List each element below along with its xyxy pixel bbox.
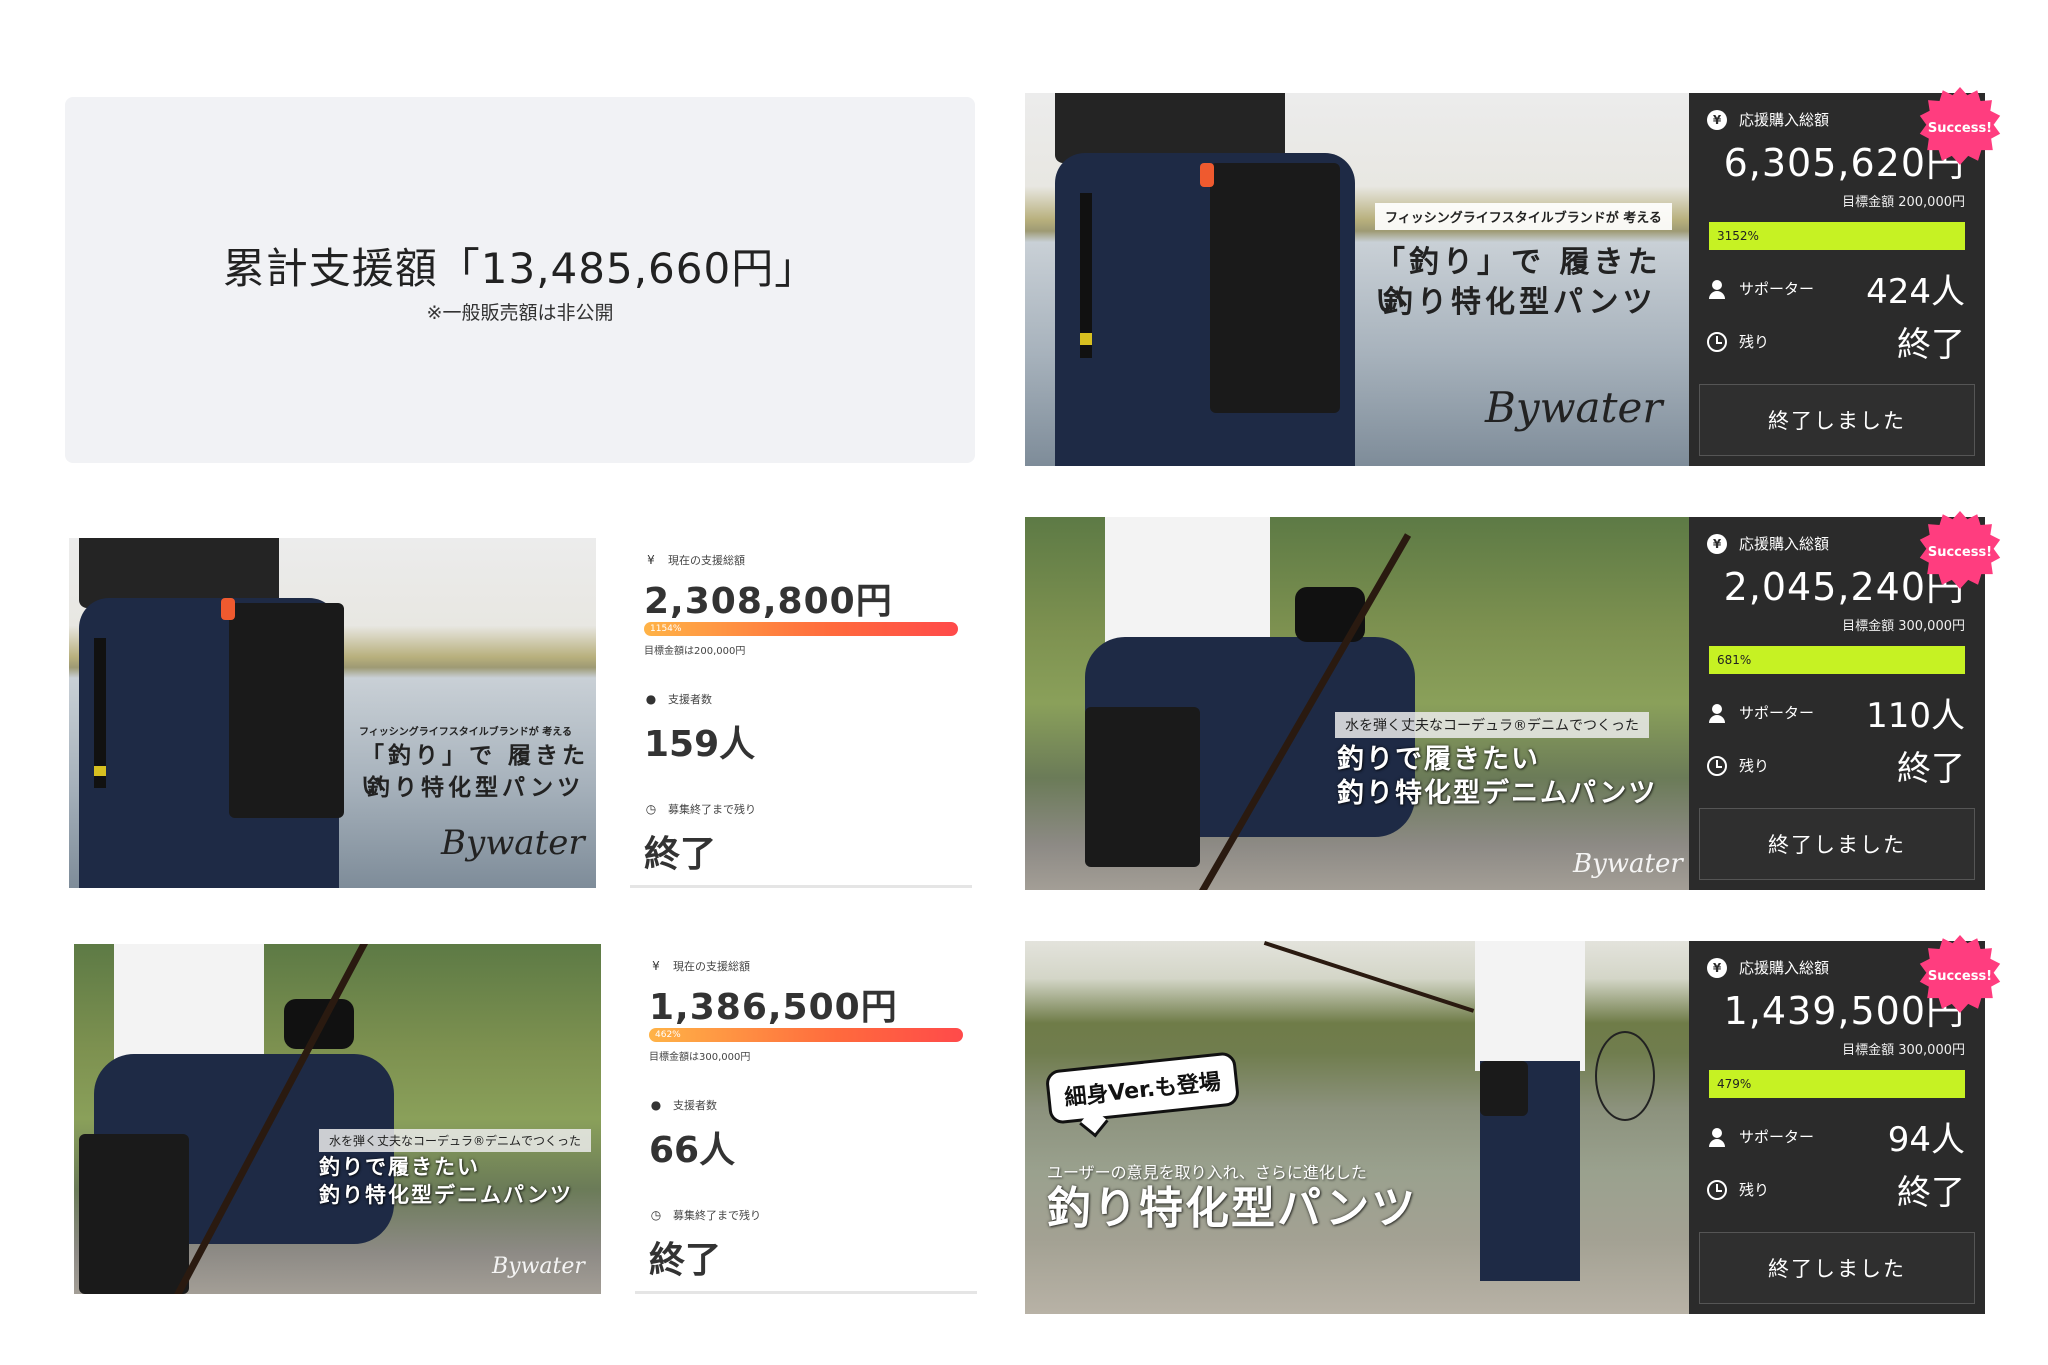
photo-subtitle: ユーザーの意見を取り入れ、さらに進化した	[1047, 1163, 1367, 1182]
clock-icon: ◷	[645, 802, 657, 816]
project-card-3[interactable]: 細身Ver.も登場 ユーザーの意見を取り入れ、さらに進化した 釣り特化型パンツ …	[1025, 935, 2001, 1314]
clock-icon	[1707, 755, 1727, 776]
yen-icon: ¥	[1707, 957, 1727, 978]
photo-headline-2: 釣り特化型パンツ	[367, 775, 585, 801]
supporters-label: ● 支援者数	[645, 692, 712, 706]
project-stats-4: ¥ 現在の支援総額 2,308,800円 1154% 目標金額は200,000円 …	[630, 538, 972, 888]
goal-amount: 目標金額 300,000円	[1842, 1043, 1965, 1058]
remaining-value: 終了	[649, 1240, 722, 1281]
total-label: ¥ 現在の支援総額	[649, 958, 963, 974]
goal-amount: 目標金額は300,000円	[649, 1052, 751, 1063]
photo-label: 水を弾く丈夫なコーデュラ®デニムでつくった	[1335, 712, 1649, 738]
remaining-value: 終了	[1897, 325, 1965, 365]
user-icon	[1707, 1127, 1727, 1147]
progress-bar: 3152%	[1709, 222, 1965, 250]
clock-icon	[1707, 331, 1727, 352]
user-icon: ●	[650, 1098, 662, 1112]
project-stats-5: ¥ 現在の支援総額 1,386,500円 462% 目標金額は300,000円 ●…	[635, 944, 977, 1294]
remaining-value: 終了	[1897, 1173, 1965, 1213]
remaining-label: ◷ 募集終了まで残り	[645, 802, 756, 816]
photo-headline-1: 釣りで履きたい	[1337, 744, 1540, 775]
progress-bar: 681%	[1709, 646, 1965, 674]
ended-button[interactable]: 終了しました	[1699, 384, 1975, 456]
project-stats-panel-1: Success! ¥ 応援購入総額 6,305,620円 目標金額 200,000…	[1689, 87, 2001, 466]
clock-icon: ◷	[650, 1208, 662, 1222]
project-photo-1[interactable]: フィッシングライフスタイルブランドが 考える 「釣り」で 履きたい 釣り特化型パ…	[1025, 93, 1689, 466]
photo-label: 水を弾く丈夫なコーデュラ®デニムでつくった	[319, 1129, 592, 1152]
remaining-label: ◷ 募集終了まで残り	[650, 1208, 761, 1222]
supporters-row: サポーター 424人	[1707, 264, 1965, 313]
yen-icon: ¥	[647, 553, 655, 567]
total-amount: 2,308,800円	[644, 581, 893, 622]
photo-label: フィッシングライフスタイルブランドが 考える	[359, 727, 572, 738]
user-icon: ●	[645, 692, 657, 706]
project-photo-2[interactable]: 水を弾く丈夫なコーデュラ®デニムでつくった 釣りで履きたい 釣り特化型デニムパン…	[1025, 517, 1689, 890]
supporters-count: 424人	[1866, 272, 1965, 312]
goal-amount: 目標金額 300,000円	[1842, 619, 1965, 634]
project-photo-3[interactable]: 細身Ver.も登場 ユーザーの意見を取り入れ、さらに進化した 釣り特化型パンツ	[1025, 941, 1689, 1314]
remaining-row: 残り 終了	[1707, 741, 1965, 790]
supporters-row: サポーター 94人	[1707, 1112, 1965, 1161]
supporters-count: 94人	[1887, 1120, 1965, 1160]
project-card-5[interactable]: 水を弾く丈夫なコーデュラ®デニムでつくった 釣りで履きたい 釣り特化型デニムパン…	[74, 944, 989, 1294]
photo-headline: 釣り特化型パンツ	[1047, 1183, 1418, 1234]
total-amount: 1,439,500円	[1723, 989, 1965, 1033]
ended-button[interactable]: 終了しました	[1699, 1232, 1975, 1304]
supporters-row: サポーター 110人	[1707, 688, 1965, 737]
remaining-row: 残り 終了	[1707, 1165, 1965, 1214]
photo-label: フィッシングライフスタイルブランドが 考える	[1375, 203, 1672, 230]
remaining-value: 終了	[1897, 749, 1965, 789]
bywater-logo: Bywater	[1485, 383, 1663, 432]
supporters-count: 159人	[644, 724, 756, 765]
user-icon	[1707, 703, 1727, 723]
ended-button[interactable]: 終了しました	[1699, 808, 1975, 880]
photo-headline-2: 釣り特化型デニムパンツ	[1337, 778, 1658, 809]
yen-icon: ¥	[1707, 109, 1727, 130]
supporters-count: 110人	[1866, 696, 1965, 736]
project-stats-panel-2: Success! ¥ 応援購入総額 2,045,240円 目標金額 300,000…	[1689, 511, 2001, 890]
clock-icon	[1707, 1179, 1727, 1200]
progress-bar: 479%	[1709, 1070, 1965, 1098]
project-card-2[interactable]: 水を弾く丈夫なコーデュラ®デニムでつくった 釣りで履きたい 釣り特化型デニムパン…	[1025, 511, 2001, 890]
project-card-4[interactable]: フィッシングライフスタイルブランドが 考える 「釣り」で 履きたい 釣り特化型パ…	[69, 538, 984, 888]
yen-icon: ¥	[1707, 533, 1727, 554]
supporters-label: ● 支援者数	[650, 1098, 717, 1112]
total-label: ¥ 現在の支援総額	[644, 552, 958, 568]
progress-bar: 462%	[649, 1028, 963, 1042]
photo-headline-1: 釣りで履きたい	[319, 1155, 480, 1179]
project-card-1[interactable]: フィッシングライフスタイルブランドが 考える 「釣り」で 履きたい 釣り特化型パ…	[1025, 87, 2001, 466]
project-photo-5[interactable]: 水を弾く丈夫なコーデュラ®デニムでつくった 釣りで履きたい 釣り特化型デニムパン…	[74, 944, 601, 1294]
yen-icon: ¥	[652, 959, 660, 973]
bywater-logo: Bywater	[1573, 849, 1683, 879]
bywater-logo: Bywater	[441, 823, 585, 863]
project-stats-panel-3: Success! ¥ 応援購入総額 1,439,500円 目標金額 300,000…	[1689, 935, 2001, 1314]
project-photo-4[interactable]: フィッシングライフスタイルブランドが 考える 「釣り」で 履きたい 釣り特化型パ…	[69, 538, 596, 888]
remaining-row: 残り 終了	[1707, 317, 1965, 366]
user-icon	[1707, 279, 1727, 299]
cumulative-support-card: 累計支援額「13,485,660円」 ※一般販売額は非公開	[65, 97, 975, 463]
goal-amount: 目標金額は200,000円	[644, 646, 746, 657]
total-amount: 2,045,240円	[1723, 565, 1965, 609]
remaining-value: 終了	[644, 834, 717, 875]
total-amount: 6,305,620円	[1723, 141, 1965, 185]
supporters-count: 66人	[649, 1130, 736, 1171]
photo-headline-2: 釣り特化型デニムパンツ	[319, 1183, 574, 1207]
goal-amount: 目標金額 200,000円	[1842, 195, 1965, 210]
bywater-logo: Bywater	[492, 1254, 585, 1279]
progress-bar: 1154%	[644, 622, 958, 636]
photo-headline-2: 釣り特化型パンツ	[1383, 285, 1657, 320]
cumulative-support-note: ※一般販売額は非公開	[426, 302, 614, 324]
total-amount: 1,386,500円	[649, 987, 898, 1028]
cumulative-support-title: 累計支援額「13,485,660円」	[222, 244, 818, 293]
